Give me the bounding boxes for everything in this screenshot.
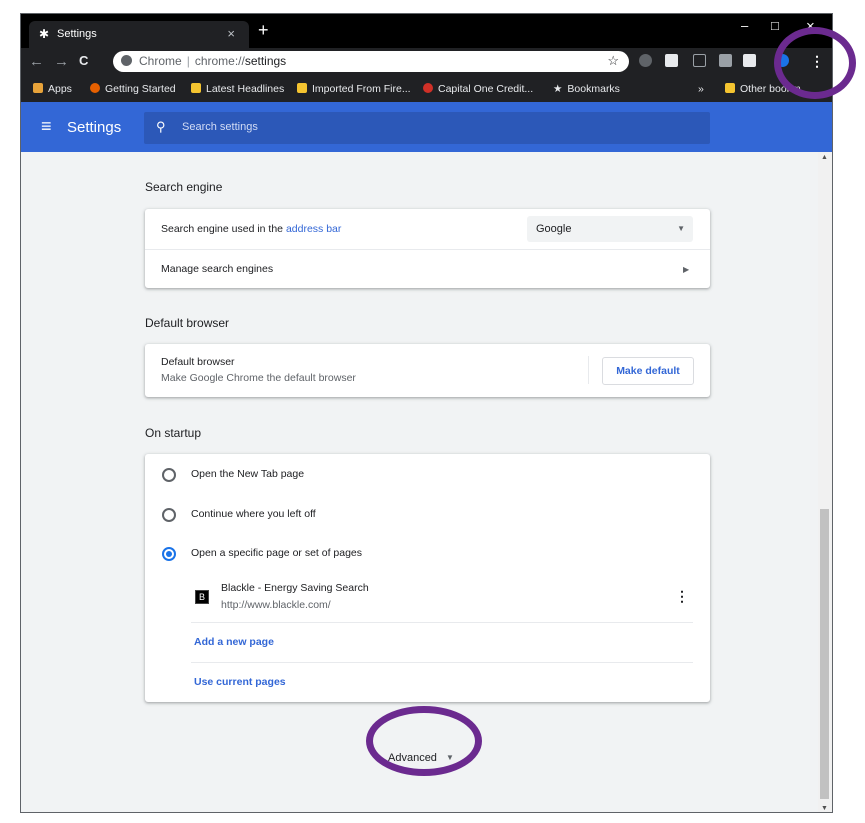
chevron-down-icon: ▼ bbox=[677, 224, 685, 233]
bookmark-capital-one[interactable]: Capital One Credit... bbox=[423, 83, 533, 95]
address-bar[interactable]: Chrome | chrome://settings ☆ bbox=[113, 51, 629, 72]
bookmark-bookmarks[interactable]: ★ Bookmarks bbox=[553, 83, 620, 95]
github-extension-icon[interactable] bbox=[639, 54, 652, 67]
section-title-default-browser: Default browser bbox=[145, 316, 230, 330]
divider bbox=[191, 622, 693, 623]
maximize-button[interactable]: □ bbox=[771, 18, 779, 33]
omnibox-separator: | bbox=[186, 54, 190, 68]
help-extension-icon[interactable] bbox=[719, 54, 732, 67]
back-button[interactable]: ← bbox=[29, 53, 44, 70]
search-engine-select[interactable]: Google ▼ bbox=[527, 216, 693, 242]
star-icon: ★ bbox=[553, 83, 563, 95]
bookmarks-bar: Apps Getting Started Latest Headlines Im… bbox=[21, 76, 832, 102]
add-new-page-link[interactable]: Add a new page bbox=[194, 636, 274, 648]
folder-icon bbox=[725, 83, 735, 93]
browser-toolbar: ← → C Chrome | chrome://settings ☆ ⋮ bbox=[21, 48, 832, 76]
divider bbox=[191, 662, 693, 663]
title-bar: ✱ Settings × + – □ × bbox=[21, 14, 832, 48]
bookmark-latest-headlines[interactable]: Latest Headlines bbox=[191, 83, 284, 95]
highlight-circle-menu bbox=[774, 27, 856, 99]
default-browser-title: Default browser bbox=[161, 356, 235, 368]
firefox-icon bbox=[90, 83, 100, 93]
scroll-up-arrow[interactable]: ▲ bbox=[821, 154, 828, 161]
manage-search-engines-link[interactable]: Manage search engines bbox=[161, 263, 273, 275]
option-specific-pages-label[interactable]: Open a specific page or set of pages bbox=[191, 547, 362, 559]
search-engine-label: Search engine used in the address bar bbox=[161, 223, 342, 235]
startup-page-url: http://www.blackle.com/ bbox=[221, 599, 331, 611]
bookmark-imported-from-firefox[interactable]: Imported From Fire... bbox=[297, 83, 411, 95]
capital-one-icon bbox=[423, 83, 433, 93]
option-new-tab-label[interactable]: Open the New Tab page bbox=[191, 468, 304, 480]
startup-page-title: Blackle - Energy Saving Search bbox=[221, 582, 369, 594]
vertical-divider bbox=[588, 356, 589, 384]
search-box[interactable]: ⚲ bbox=[144, 112, 710, 144]
radio-new-tab[interactable] bbox=[162, 468, 176, 482]
more-actions-icon[interactable]: ⋮ bbox=[675, 588, 689, 605]
url-path: settings bbox=[244, 54, 287, 68]
tab-settings[interactable]: ✱ Settings × bbox=[29, 21, 249, 48]
highlight-circle-advanced bbox=[366, 706, 482, 776]
bookmark-star-icon[interactable]: ☆ bbox=[607, 53, 619, 69]
bookmark-apps[interactable]: Apps bbox=[33, 83, 72, 95]
search-engine-card: Search engine used in the address bar Go… bbox=[145, 209, 710, 288]
reload-button[interactable]: C bbox=[79, 53, 88, 68]
bookmark-getting-started[interactable]: Getting Started bbox=[90, 83, 176, 95]
tab-title: Settings bbox=[57, 28, 97, 40]
forward-button[interactable]: → bbox=[54, 53, 69, 70]
scrollbar-thumb[interactable] bbox=[820, 509, 829, 799]
make-default-button[interactable]: Make default bbox=[602, 357, 694, 385]
site-name: Chrome bbox=[139, 54, 182, 68]
gear-icon: ✱ bbox=[39, 27, 50, 41]
settings-header: ≡ Settings ⚲ bbox=[21, 102, 832, 152]
scrollbar[interactable]: ▲ ▼ bbox=[818, 152, 832, 812]
divider bbox=[145, 249, 710, 250]
option-continue-label[interactable]: Continue where you left off bbox=[191, 508, 316, 520]
folder-icon bbox=[297, 83, 307, 93]
pdf-extension-icon[interactable] bbox=[693, 54, 706, 67]
section-title-search-engine: Search engine bbox=[145, 180, 223, 194]
chrome-icon bbox=[121, 55, 132, 66]
search-input[interactable] bbox=[180, 120, 684, 134]
scroll-down-arrow[interactable]: ▼ bbox=[821, 805, 828, 812]
bookmarks-overflow-button[interactable]: » bbox=[698, 83, 704, 95]
radio-specific-pages[interactable] bbox=[162, 547, 176, 561]
radio-continue[interactable] bbox=[162, 508, 176, 522]
url-prefix: chrome:// bbox=[194, 54, 245, 68]
apps-grid-icon bbox=[33, 83, 43, 93]
section-title-on-startup: On startup bbox=[145, 426, 202, 440]
default-browser-subtitle: Make Google Chrome the default browser bbox=[161, 372, 356, 384]
browser-window: ✱ Settings × + – □ × ← → C Chrome | chrome… bbox=[20, 13, 833, 813]
menu-icon[interactable]: ≡ bbox=[41, 116, 52, 137]
page-title: Settings bbox=[67, 119, 122, 136]
lock-extension-icon[interactable] bbox=[665, 54, 678, 67]
default-browser-card: Default browser Make Google Chrome the d… bbox=[145, 344, 710, 397]
address-bar-link[interactable]: address bar bbox=[286, 223, 341, 235]
search-icon: ⚲ bbox=[156, 119, 166, 134]
dots-extension-icon[interactable] bbox=[743, 54, 756, 67]
use-current-pages-link[interactable]: Use current pages bbox=[194, 676, 286, 688]
chevron-right-icon[interactable]: ▶ bbox=[683, 265, 689, 274]
tab-close-icon[interactable]: × bbox=[227, 26, 235, 41]
minimize-button[interactable]: – bbox=[741, 18, 748, 33]
on-startup-card: Open the New Tab page Continue where you… bbox=[145, 454, 710, 702]
new-tab-button[interactable]: + bbox=[258, 20, 269, 41]
blackle-favicon: B bbox=[195, 590, 209, 604]
search-engine-value: Google bbox=[536, 223, 572, 235]
folder-icon bbox=[191, 83, 201, 93]
